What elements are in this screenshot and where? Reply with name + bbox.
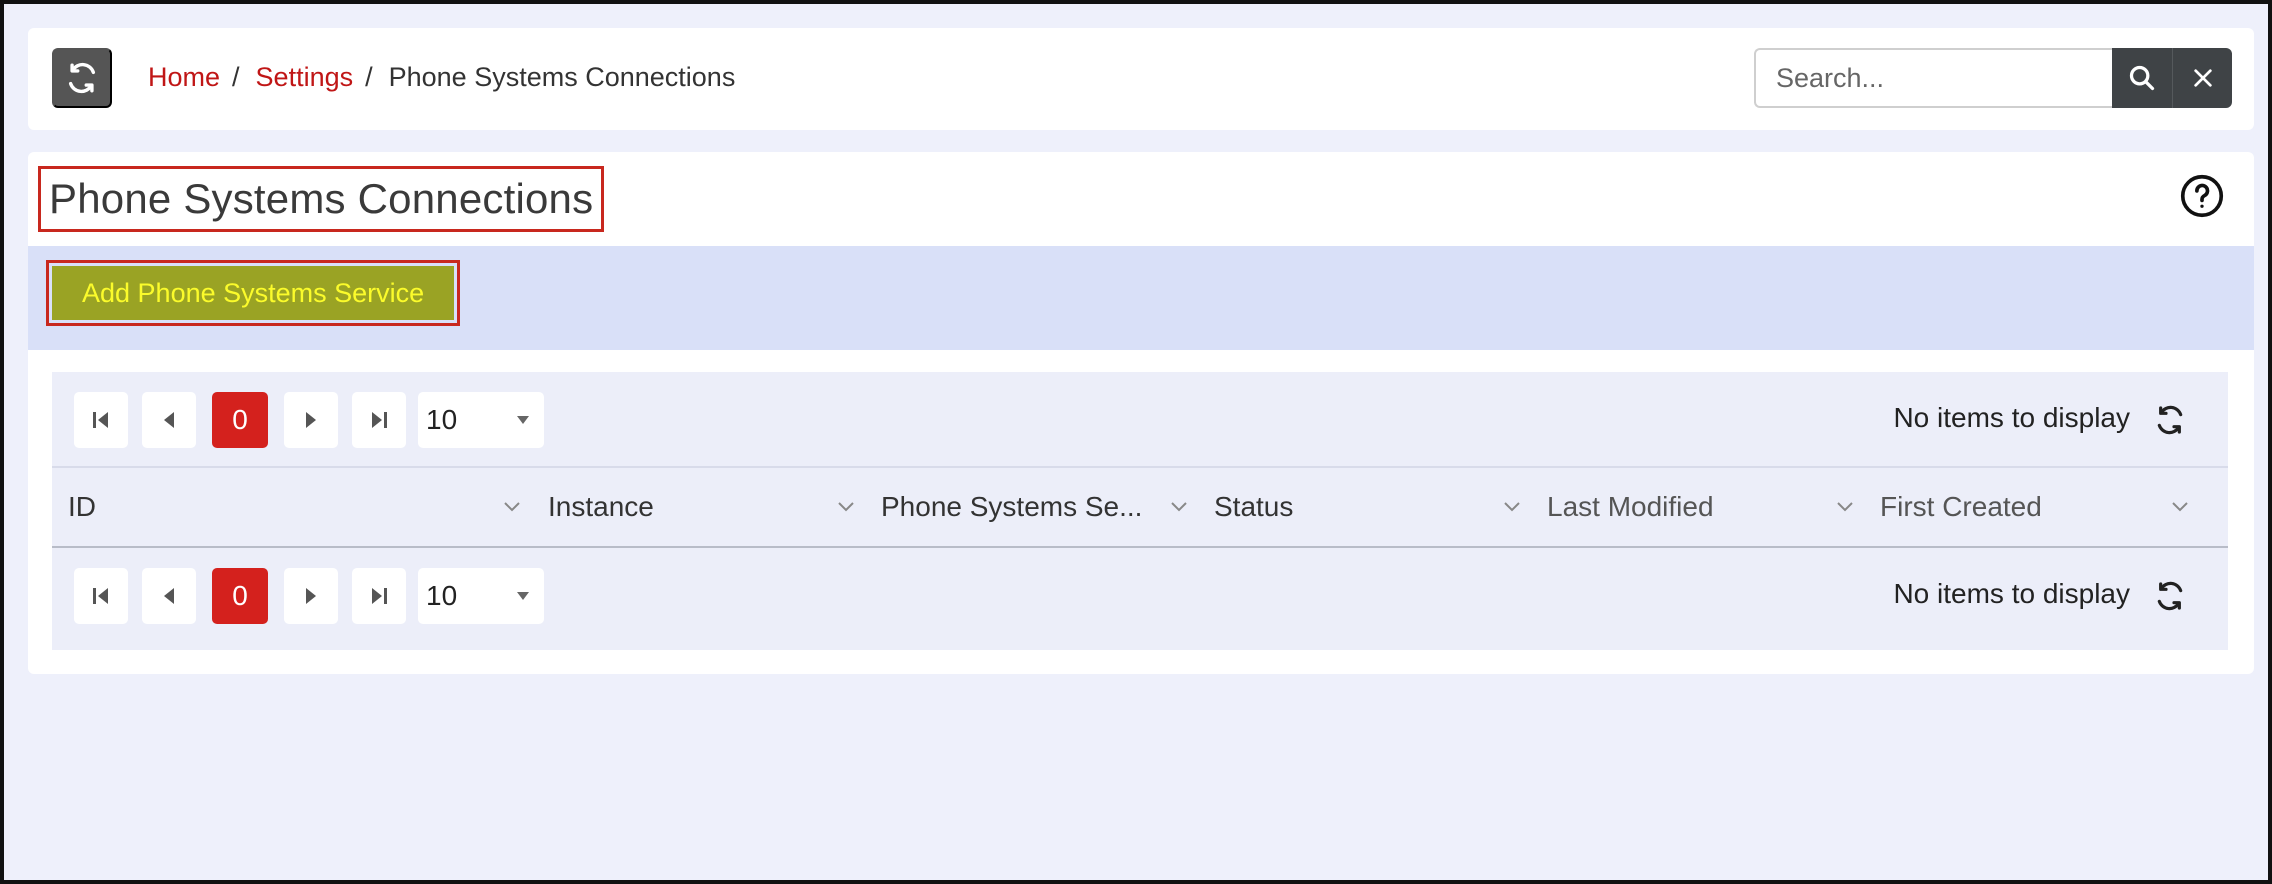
column-header-status[interactable]: Status xyxy=(1214,468,1528,546)
page-title-box: Phone Systems Connections xyxy=(38,166,605,232)
page-size-value: 10 xyxy=(426,580,458,611)
pager-status: No items to display xyxy=(1893,578,2130,609)
next-page-button[interactable] xyxy=(284,392,338,448)
refresh-icon[interactable] xyxy=(2154,404,2186,436)
main-panel: Phone Systems Connections Add Phone Syst… xyxy=(28,152,2254,674)
page-size-select[interactable]: 10 xyxy=(418,392,544,448)
search-group xyxy=(1754,48,2232,108)
refresh-icon[interactable] xyxy=(2154,580,2186,612)
page-title: Phone Systems Connections xyxy=(49,175,594,222)
search-input[interactable] xyxy=(1754,48,2112,108)
search-button[interactable] xyxy=(2112,48,2172,108)
breadcrumb-current: Phone Systems Connections xyxy=(388,62,736,92)
column-label: ID xyxy=(68,491,96,522)
next-page-icon xyxy=(306,412,316,428)
last-page-icon xyxy=(372,588,387,604)
next-page-button[interactable] xyxy=(284,568,338,624)
close-icon xyxy=(2193,69,2212,87)
add-button-highlight: Add Phone Systems Service xyxy=(46,260,461,326)
first-page-icon xyxy=(93,412,108,428)
first-page-button[interactable] xyxy=(74,392,128,448)
column-header-first-created[interactable]: First Created xyxy=(1880,468,2196,546)
add-phone-systems-service-button[interactable]: Add Phone Systems Service xyxy=(52,266,455,320)
current-page[interactable]: 0 xyxy=(212,568,268,624)
dropdown-arrow-icon xyxy=(517,592,529,600)
breadcrumb-home[interactable]: Home xyxy=(148,62,220,93)
first-page-button[interactable] xyxy=(74,568,128,624)
prev-page-button[interactable] xyxy=(142,392,196,448)
grid-header-row: ID Instance Phone Systems Se... Status L… xyxy=(52,468,2228,548)
chevron-down-icon[interactable] xyxy=(2170,501,2190,513)
last-page-icon xyxy=(372,412,387,428)
chevron-down-icon[interactable] xyxy=(502,501,522,513)
reload-button[interactable] xyxy=(52,48,112,108)
prev-page-icon xyxy=(164,588,174,604)
column-label: Last Modified xyxy=(1547,491,1714,522)
column-label: First Created xyxy=(1880,491,2042,522)
page-size-select[interactable]: 10 xyxy=(418,568,544,624)
page-size-value: 10 xyxy=(426,404,458,435)
breadcrumb-settings[interactable]: Settings xyxy=(256,62,354,93)
pager-bottom: 0 10 No items to display xyxy=(52,548,2228,644)
prev-page-icon xyxy=(164,412,174,428)
chevron-down-icon[interactable] xyxy=(1169,501,1189,513)
last-page-button[interactable] xyxy=(352,568,406,624)
clear-search-button[interactable] xyxy=(2172,48,2232,108)
next-page-icon xyxy=(306,588,316,604)
refresh-icon xyxy=(68,62,96,94)
column-header-last-modified[interactable]: Last Modified xyxy=(1547,468,1861,546)
action-bar: Add Phone Systems Service xyxy=(28,246,2254,350)
top-bar: Home / Settings / Phone Systems Connecti… xyxy=(28,28,2254,130)
breadcrumb-separator: / xyxy=(232,62,240,92)
breadcrumb-separator: / xyxy=(365,62,373,92)
pager-status: No items to display xyxy=(1893,402,2130,433)
column-header-instance[interactable]: Instance xyxy=(548,468,862,546)
column-label: Status xyxy=(1214,491,1294,522)
column-label: Instance xyxy=(548,491,654,522)
data-grid: 0 10 No items to display ID Instance Pho… xyxy=(52,372,2228,650)
prev-page-button[interactable] xyxy=(142,568,196,624)
search-icon xyxy=(2129,65,2155,91)
dropdown-arrow-icon xyxy=(517,416,529,424)
help-icon[interactable] xyxy=(2180,174,2224,218)
column-header-id[interactable]: ID xyxy=(68,468,528,546)
chevron-down-icon[interactable] xyxy=(1835,501,1855,513)
current-page[interactable]: 0 xyxy=(212,392,268,448)
breadcrumb: Home / Settings / Phone Systems Connecti… xyxy=(148,62,735,93)
first-page-icon xyxy=(93,588,108,604)
column-header-phone-systems-service[interactable]: Phone Systems Se... xyxy=(881,468,1195,546)
last-page-button[interactable] xyxy=(352,392,406,448)
chevron-down-icon[interactable] xyxy=(836,501,856,513)
chevron-down-icon[interactable] xyxy=(1502,501,1522,513)
column-label: Phone Systems Se... xyxy=(881,491,1143,522)
pager-top: 0 10 No items to display xyxy=(52,372,2228,468)
